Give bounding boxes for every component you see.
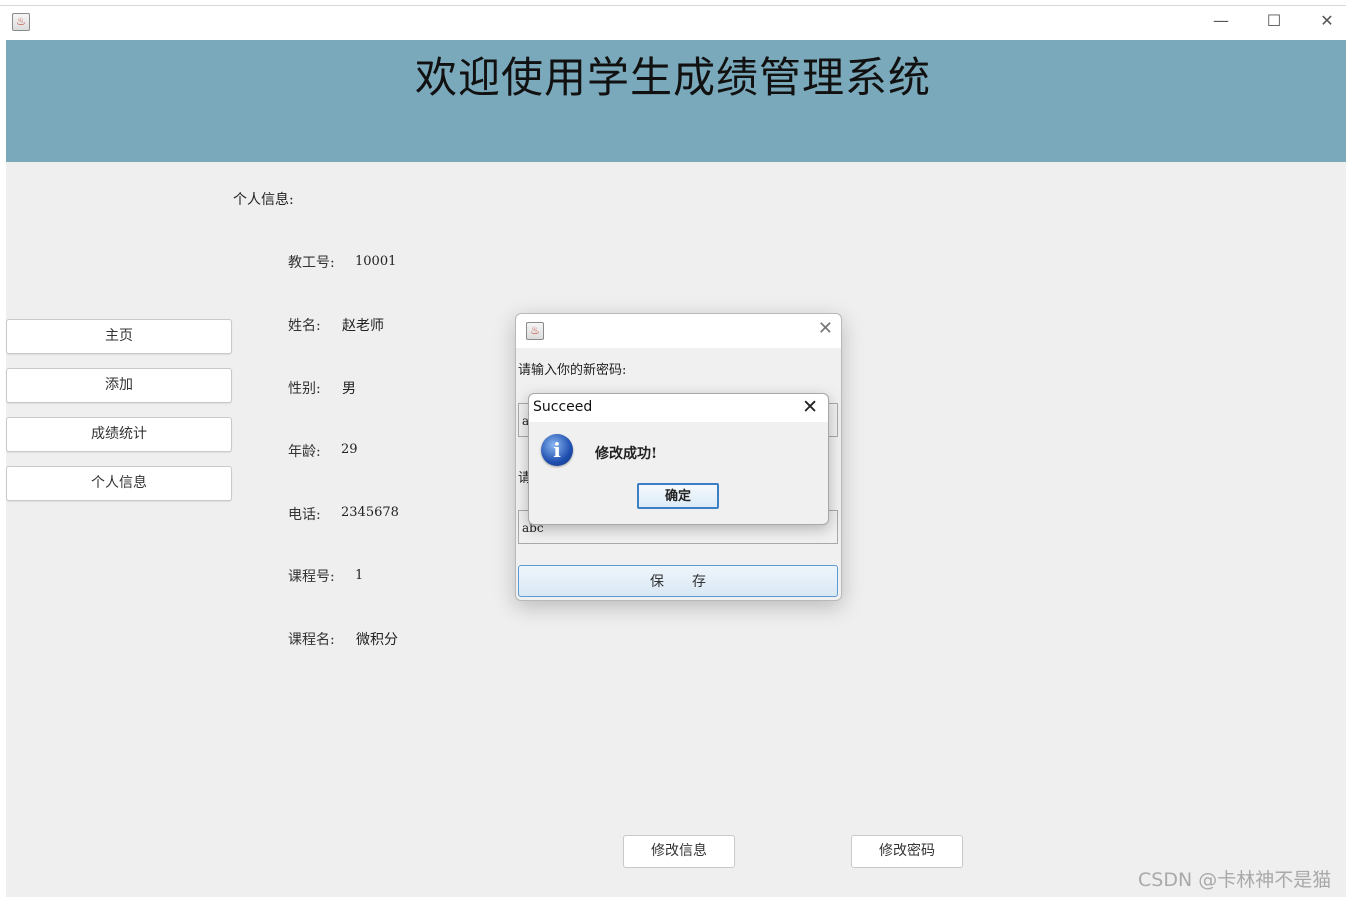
age-value: 29 [341, 442, 358, 457]
phone-value: 2345678 [341, 505, 399, 520]
minimize-button[interactable]: — [1208, 10, 1234, 32]
nav-add-button[interactable]: 添加 [6, 368, 232, 403]
java-app-icon: ♨ [12, 13, 30, 31]
java-app-icon: ♨ [526, 322, 544, 340]
course-name-value: 微积分 [356, 632, 398, 648]
name-value: 赵老师 [342, 318, 384, 334]
course-id-value: 1 [355, 568, 364, 583]
dialog-titlebar: ♨ ✕ [516, 314, 841, 348]
success-message-dialog: Succeed ✕ i 修改成功! 确定 [528, 393, 829, 525]
age-label: 年龄: [288, 444, 321, 460]
ok-button[interactable]: 确定 [637, 483, 719, 509]
nav-home-button[interactable]: 主页 [6, 319, 232, 354]
course-id-label: 课程号: [288, 569, 335, 585]
personal-info-heading: 个人信息: [233, 192, 294, 208]
new-password-label: 请输入你的新密码: [518, 363, 627, 378]
message-titlebar: Succeed ✕ [529, 394, 828, 422]
course-name-label: 课程名: [288, 632, 335, 648]
staff-id-value: 10001 [355, 254, 397, 269]
save-button[interactable]: 保存 [518, 565, 838, 597]
information-icon: i [541, 434, 573, 466]
gender-value: 男 [342, 381, 356, 397]
edit-info-button[interactable]: 修改信息 [623, 835, 735, 868]
page-title: 欢迎使用学生成绩管理系统 [414, 53, 931, 102]
staff-id-label: 教工号: [288, 255, 335, 271]
nav-grade-stats-button[interactable]: 成绩统计 [6, 417, 232, 452]
phone-label: 电话: [288, 507, 321, 523]
name-label: 姓名: [288, 318, 321, 334]
message-text: 修改成功! [595, 446, 658, 462]
message-title: Succeed [533, 399, 593, 415]
window-titlebar: ♨ — ☐ ✕ [0, 0, 1346, 40]
watermark-text: CSDN @卡林神不是猫 [1138, 869, 1332, 891]
dialog-close-icon[interactable]: ✕ [818, 318, 833, 339]
message-close-icon[interactable]: ✕ [802, 396, 818, 418]
window-top-border [0, 5, 1346, 6]
maximize-button[interactable]: ☐ [1261, 10, 1287, 32]
gender-label: 性别: [288, 381, 321, 397]
change-password-button[interactable]: 修改密码 [851, 835, 963, 868]
close-button[interactable]: ✕ [1314, 10, 1340, 32]
nav-personal-info-button[interactable]: 个人信息 [6, 466, 232, 501]
